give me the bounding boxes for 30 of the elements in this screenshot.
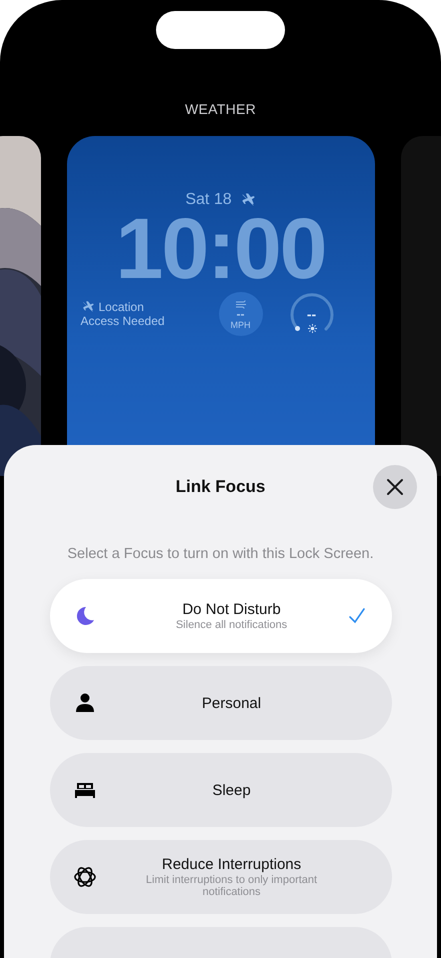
focus-option[interactable]: Sleep (50, 753, 392, 827)
wind-value: -- (236, 308, 244, 320)
focus-option[interactable]: Do Not Disturb Silence all notifications (50, 579, 392, 653)
focus-option[interactable]: Reduce Interruptions Limit interruptions to only important notifications (50, 840, 392, 914)
airplane-icon (80, 300, 94, 314)
focus-name: Sleep (212, 782, 251, 798)
wind-icon (234, 298, 246, 308)
atom-icon (74, 866, 96, 888)
wallpaper-label: WEATHER (184, 101, 256, 118)
focus-name: Reduce Interruptions (162, 856, 302, 873)
location-text: Location (98, 300, 144, 314)
focus-description: Silence all notifications (176, 619, 288, 631)
lock-time: 10:00 (116, 209, 326, 289)
lock-date: Sat 18 (185, 191, 232, 209)
sun-icon (308, 324, 316, 333)
gauge-value: -- (306, 306, 316, 322)
person-icon (74, 692, 96, 714)
checkmark-icon (348, 607, 366, 625)
gauge-dot-icon (294, 326, 300, 331)
wind-unit: MPH (230, 320, 250, 330)
close-icon (386, 478, 404, 496)
airplane-icon (240, 192, 256, 208)
instruction-text: Select a Focus to turn on with this Lock Screen. (67, 546, 374, 562)
location-text: Access Needed (80, 314, 166, 328)
sheet-title: Link Focus (176, 477, 266, 497)
focus-description: Limit interruptions to only important notifications (144, 874, 318, 898)
focus-name: Do Not Disturb (182, 601, 281, 618)
close-button[interactable] (373, 465, 417, 509)
focus-option[interactable]: Personal (50, 666, 392, 740)
focus-name: Personal (202, 694, 262, 712)
